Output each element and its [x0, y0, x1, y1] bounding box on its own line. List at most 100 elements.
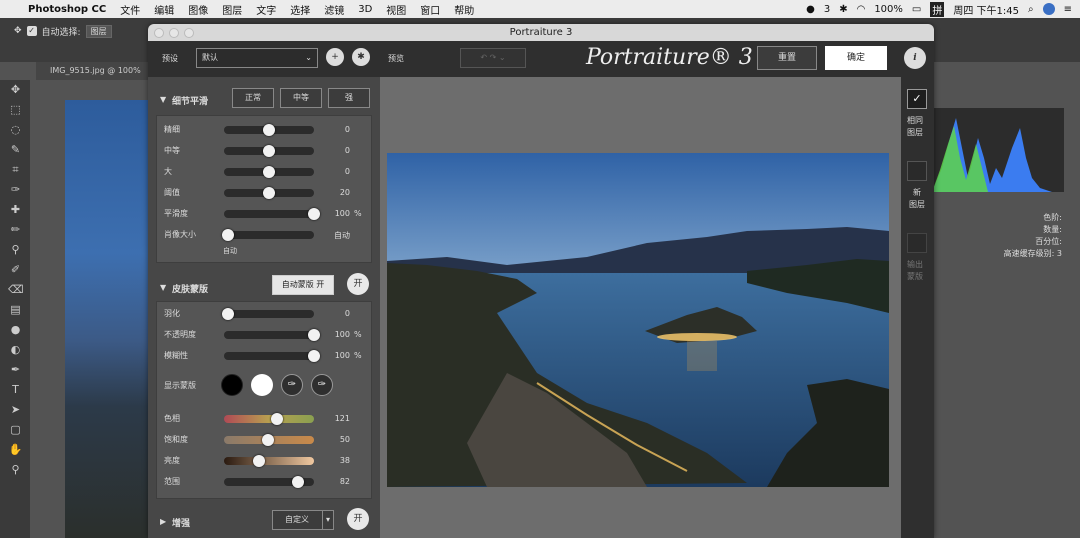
- info-icon[interactable]: i: [904, 47, 926, 69]
- hand-tool-icon[interactable]: ✋: [8, 442, 23, 457]
- redo-icon[interactable]: ↷: [490, 53, 497, 62]
- black-mask-swatch[interactable]: [221, 374, 243, 396]
- add-preset-icon[interactable]: +: [326, 48, 344, 66]
- detail-3-value[interactable]: 20: [320, 188, 350, 197]
- color-1-value[interactable]: 50: [320, 435, 350, 444]
- detail-1-slider[interactable]: [224, 145, 314, 157]
- enhance-toggle-button[interactable]: 开: [347, 508, 369, 530]
- skin-2-slider[interactable]: [224, 350, 320, 362]
- reset-button[interactable]: 重置: [757, 46, 817, 70]
- eyedropper-icon[interactable]: ✑: [8, 182, 23, 197]
- battery-icon[interactable]: ▭: [912, 4, 921, 15]
- color-0-slider-knob[interactable]: [271, 413, 284, 425]
- detail-2-slider[interactable]: [224, 166, 314, 178]
- path-select-icon[interactable]: ➤: [8, 402, 23, 417]
- type-tool-icon[interactable]: T: [8, 382, 23, 397]
- detail-3-slider-knob[interactable]: [263, 187, 275, 199]
- user-icon[interactable]: [1042, 3, 1055, 15]
- menu-filter[interactable]: 滤镜: [324, 2, 344, 17]
- skin-2-value[interactable]: 100: [320, 351, 350, 360]
- auto-select-dropdown[interactable]: 图层: [85, 24, 112, 38]
- blur-icon[interactable]: ●: [8, 322, 23, 337]
- close-window-icon[interactable]: [154, 28, 164, 38]
- stamp-tool-icon[interactable]: ⚲: [8, 242, 23, 257]
- menu-type[interactable]: 文字: [256, 2, 276, 17]
- marquee-tool-icon[interactable]: ⬚: [8, 102, 23, 117]
- ime-indicator[interactable]: 拼: [930, 1, 945, 17]
- preset-dropdown[interactable]: 默认 ⌄: [196, 48, 318, 68]
- skin-1-value[interactable]: 100: [320, 330, 350, 339]
- skin-0-value[interactable]: 0: [320, 309, 350, 318]
- detail-5-slider[interactable]: [221, 229, 314, 241]
- dodge-icon[interactable]: ◐: [8, 342, 23, 357]
- document-tab[interactable]: IMG_9515.jpg @ 100%: [36, 62, 148, 80]
- ok-button[interactable]: 确定: [825, 46, 887, 70]
- skin-1-slider[interactable]: [224, 329, 320, 341]
- color-3-slider[interactable]: [224, 476, 314, 488]
- skin-2-slider-knob[interactable]: [308, 350, 320, 362]
- notification-icon[interactable]: ●: [806, 4, 815, 15]
- quick-select-icon[interactable]: ✎: [8, 142, 23, 157]
- shape-tool-icon[interactable]: ▢: [8, 422, 23, 437]
- search-icon[interactable]: ⌕: [1028, 4, 1034, 15]
- ps-document-canvas[interactable]: [65, 100, 148, 538]
- enhance-preset-dropdown[interactable]: 自定义 ▾: [272, 510, 334, 530]
- detail-5-slider-knob[interactable]: [221, 229, 234, 241]
- preview-image[interactable]: [387, 153, 889, 487]
- enhance-section-title[interactable]: 增强: [172, 516, 190, 529]
- detail-1-value[interactable]: 0: [320, 146, 350, 155]
- color-2-value[interactable]: 38: [320, 456, 350, 465]
- mode-strong-button[interactable]: 强: [328, 88, 370, 108]
- color-0-value[interactable]: 121: [320, 414, 350, 423]
- color-1-slider-knob[interactable]: [262, 434, 275, 446]
- detail-0-slider[interactable]: [224, 124, 314, 136]
- menu-image[interactable]: 图像: [188, 2, 208, 17]
- pen-tool-icon[interactable]: ✒: [8, 362, 23, 377]
- color-2-slider-knob[interactable]: [253, 455, 266, 467]
- healing-icon[interactable]: ✚: [8, 202, 23, 217]
- zoom-tool-icon[interactable]: ⚲: [8, 462, 23, 477]
- move-tool-icon[interactable]: ✥: [14, 26, 22, 36]
- eyedropper-plus-icon[interactable]: ✑: [311, 374, 333, 396]
- detail-4-slider-knob[interactable]: [308, 208, 320, 220]
- detail-0-value[interactable]: 0: [320, 125, 350, 134]
- eraser-icon[interactable]: ⌫: [8, 282, 24, 297]
- gradient-icon[interactable]: ▤: [8, 302, 23, 317]
- menu-help[interactable]: 帮助: [454, 2, 474, 17]
- detail-4-slider[interactable]: [224, 208, 320, 220]
- caret-right-icon[interactable]: ▶: [160, 517, 166, 526]
- auto-mask-button[interactable]: 自动蒙版 开: [272, 275, 334, 295]
- skin-0-slider-knob[interactable]: [221, 308, 234, 320]
- zoom-window-icon[interactable]: [184, 28, 194, 38]
- menu-file[interactable]: 文件: [120, 2, 140, 17]
- detail-2-slider-knob[interactable]: [263, 166, 275, 178]
- menu-list-icon[interactable]: ≡: [1064, 4, 1072, 15]
- history-brush-icon[interactable]: ✐: [8, 262, 23, 277]
- menu-layer[interactable]: 图层: [222, 2, 242, 17]
- skin-toggle-button[interactable]: 开: [347, 273, 369, 295]
- detail-0-slider-knob[interactable]: [263, 124, 275, 136]
- mode-medium-button[interactable]: 中等: [280, 88, 322, 108]
- color-3-slider-knob[interactable]: [291, 476, 304, 488]
- menu-window[interactable]: 窗口: [420, 2, 440, 17]
- detail-5-value[interactable]: 自动: [320, 230, 350, 241]
- lasso-tool-icon[interactable]: ◌: [8, 122, 23, 137]
- same-layer-checkbox[interactable]: ✓: [907, 89, 927, 109]
- menu-edit[interactable]: 编辑: [154, 2, 174, 17]
- wifi-icon[interactable]: ◠: [857, 4, 866, 15]
- menu-view[interactable]: 视图: [386, 2, 406, 17]
- detail-3-slider[interactable]: [224, 187, 314, 199]
- brush-tool-icon[interactable]: ✏: [8, 222, 23, 237]
- new-layer-checkbox[interactable]: [907, 161, 927, 181]
- color-0-slider[interactable]: [224, 413, 314, 425]
- clock[interactable]: 周四 下午1:45: [953, 2, 1019, 17]
- auto-select-checkbox[interactable]: ✓: [26, 26, 37, 36]
- skin-1-slider-knob[interactable]: [308, 329, 320, 341]
- crop-tool-icon[interactable]: ⌗: [8, 162, 23, 177]
- eyedropper-icon[interactable]: ✑: [281, 374, 303, 396]
- caret-down-icon[interactable]: ▼: [160, 283, 166, 292]
- move-tool-icon[interactable]: ✥: [8, 82, 23, 97]
- menu-select[interactable]: 选择: [290, 2, 310, 17]
- undo-icon[interactable]: ↶: [480, 53, 487, 62]
- white-mask-swatch[interactable]: [251, 374, 273, 396]
